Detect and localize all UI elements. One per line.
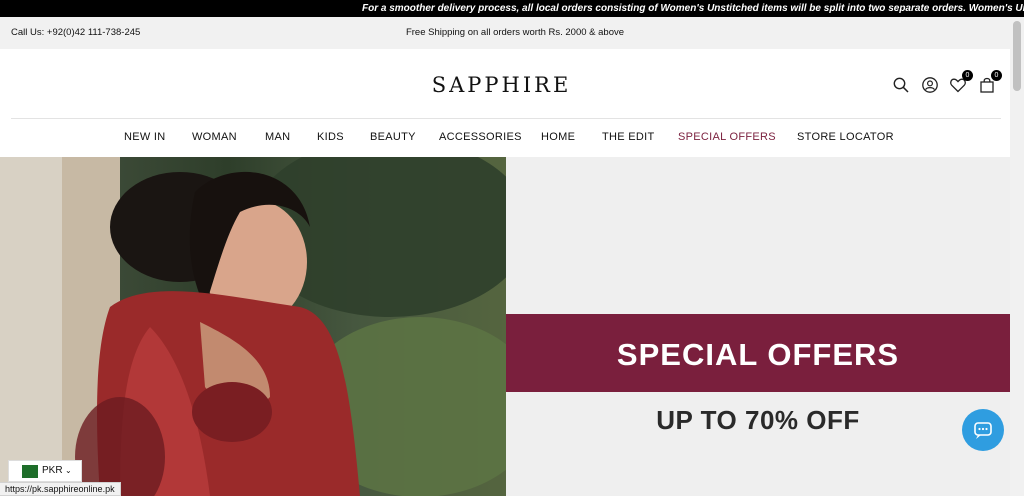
pakistan-flag-icon xyxy=(16,465,38,478)
nav-item-store-locator[interactable]: STORE LOCATOR xyxy=(797,131,894,143)
cart-count-badge: 0 xyxy=(991,70,1002,81)
nav-item-home[interactable]: HOME xyxy=(541,131,575,143)
browser-status-url: https://pk.sapphireonline.pk xyxy=(0,482,121,496)
wishlist-heart-icon[interactable]: 0 xyxy=(949,70,973,94)
header-divider xyxy=(11,118,1001,119)
page-scrollbar[interactable] xyxy=(1010,17,1024,496)
hero-banner[interactable]: SPECIAL OFFERS UP TO 70% OFF xyxy=(0,157,1010,496)
chevron-down-icon: ⌄ xyxy=(65,466,72,475)
currency-code: PKR xyxy=(42,465,63,476)
promo-panel[interactable]: SPECIAL OFFERS UP TO 70% OFF xyxy=(506,157,1010,496)
nav-item-woman[interactable]: WOMAN xyxy=(192,131,237,143)
nav-item-special-offers[interactable]: SPECIAL OFFERS xyxy=(678,131,776,143)
wishlist-count-badge: 0 xyxy=(962,70,973,81)
nav-item-man[interactable]: MAN xyxy=(265,131,290,143)
nav-item-new-in[interactable]: NEW IN xyxy=(124,131,166,143)
announcement-text: For a smoother delivery process, all loc… xyxy=(362,3,1024,14)
nav-item-the-edit[interactable]: THE EDIT xyxy=(602,131,655,143)
cart-bag-icon[interactable]: 0 xyxy=(978,70,1002,94)
free-shipping-text: Free Shipping on all orders worth Rs. 20… xyxy=(405,27,625,38)
search-icon[interactable] xyxy=(892,76,910,94)
account-icon[interactable] xyxy=(921,76,939,94)
hero-model-photo xyxy=(0,157,506,496)
announcement-bar: For a smoother delivery process, all loc… xyxy=(0,0,1024,17)
site-header: SAPPHIRE 0 0 NEW IN WOMAN MAN KIDS BEAUT… xyxy=(0,49,1010,157)
promo-title: SPECIAL OFFERS xyxy=(616,337,900,372)
chat-bubble-icon xyxy=(974,422,992,439)
brand-logo[interactable]: SAPPHIRE xyxy=(0,73,1003,97)
nav-item-kids[interactable]: KIDS xyxy=(317,131,344,143)
nav-item-accessories[interactable]: ACCESSORIES xyxy=(439,131,522,143)
scrollbar-thumb[interactable] xyxy=(1013,21,1021,91)
chat-button[interactable] xyxy=(962,409,1004,451)
main-navigation: NEW IN WOMAN MAN KIDS BEAUTY ACCESSORIES… xyxy=(0,127,1010,149)
nav-item-beauty[interactable]: BEAUTY xyxy=(370,131,416,143)
currency-selector[interactable]: PKR ⌄ xyxy=(8,460,82,482)
promo-subtitle: UP TO 70% OFF xyxy=(656,405,860,435)
top-info-bar: Call Us: +92(0)42 111-738-245 Free Shipp… xyxy=(0,17,1010,49)
